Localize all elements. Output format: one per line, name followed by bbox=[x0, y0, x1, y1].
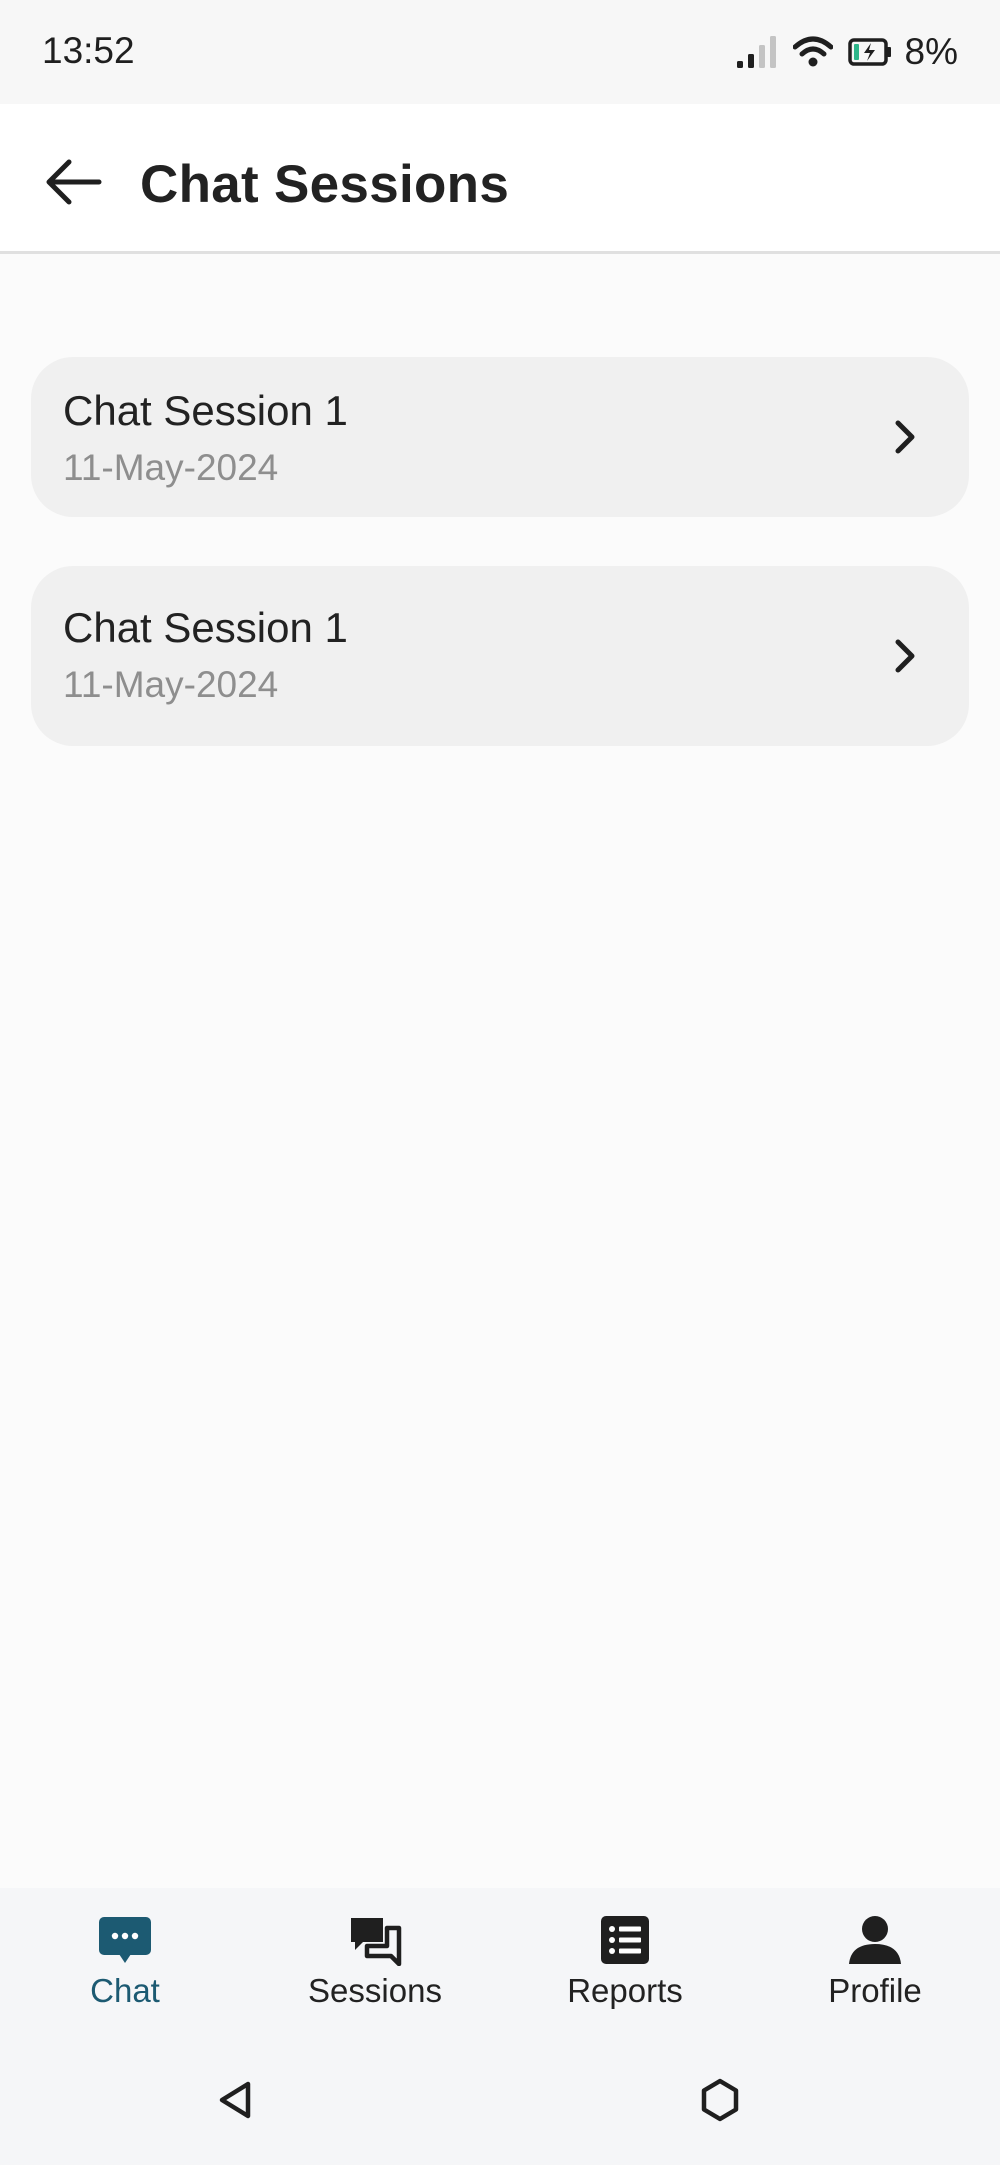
chevron-right-icon bbox=[887, 636, 921, 676]
nav-label-sessions: Sessions bbox=[308, 1972, 442, 2009]
session-title: Chat Session 1 bbox=[63, 387, 348, 434]
page-title: Chat Sessions bbox=[140, 155, 510, 214]
nav-label-profile: Profile bbox=[828, 1972, 922, 2009]
session-title: Chat Session 1 bbox=[63, 604, 348, 651]
wifi-icon bbox=[792, 35, 833, 69]
nav-item-reports[interactable]: Reports bbox=[500, 1888, 750, 2048]
nav-label-chat: Chat bbox=[90, 1972, 160, 2009]
back-button[interactable] bbox=[38, 149, 108, 219]
status-icons: 8% bbox=[735, 30, 958, 74]
session-list: Chat Session 1 11-May-2024 Chat Session … bbox=[31, 357, 969, 795]
arrow-left-icon bbox=[43, 157, 103, 212]
battery-charging-icon bbox=[847, 37, 893, 67]
system-home-icon[interactable] bbox=[698, 2078, 742, 2122]
system-nav-bar bbox=[0, 2048, 1000, 2165]
nav-item-chat[interactable]: Chat bbox=[0, 1888, 250, 2048]
session-card[interactable]: Chat Session 1 11-May-2024 bbox=[31, 357, 969, 517]
battery-percentage: 8% bbox=[904, 31, 958, 72]
signal-icon bbox=[735, 34, 779, 70]
session-date: 11-May-2024 bbox=[63, 664, 279, 705]
nav-item-sessions[interactable]: Sessions bbox=[250, 1888, 500, 2048]
system-back-icon[interactable] bbox=[214, 2078, 258, 2122]
chevron-right-icon bbox=[887, 417, 921, 457]
status-bar: 13:52 8% bbox=[0, 0, 1000, 104]
conversations-icon bbox=[347, 1914, 403, 1966]
list-icon bbox=[597, 1914, 653, 1966]
chat-bubble-icon bbox=[97, 1914, 153, 1966]
session-date: 11-May-2024 bbox=[63, 447, 279, 488]
status-time: 13:52 bbox=[42, 30, 135, 71]
session-card[interactable]: Chat Session 1 11-May-2024 bbox=[31, 566, 969, 746]
screen: 13:52 8% Chat Sessions Chat Session 1 11… bbox=[0, 0, 1000, 2165]
nav-label-reports: Reports bbox=[567, 1972, 683, 2009]
person-icon bbox=[847, 1914, 903, 1966]
nav-item-profile[interactable]: Profile bbox=[750, 1888, 1000, 2048]
app-bar: Chat Sessions bbox=[0, 104, 1000, 254]
bottom-nav: Chat Sessions Reports Profile bbox=[0, 1888, 1000, 2048]
